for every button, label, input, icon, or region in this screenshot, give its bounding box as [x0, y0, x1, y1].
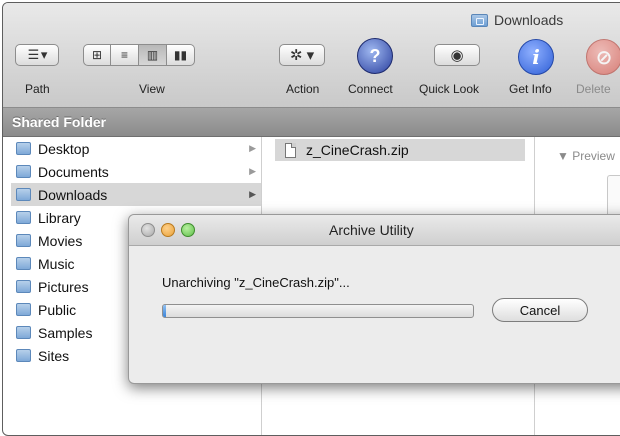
folder-icon [471, 13, 488, 27]
folder-item-label: Public [38, 301, 77, 318]
folder-icon [16, 326, 31, 339]
folder-icon [16, 280, 31, 293]
view-list-button[interactable]: ≡ [111, 44, 139, 66]
zoom-button[interactable] [181, 223, 195, 237]
folder-item-label: Sites [38, 347, 70, 364]
folder-item-desktop[interactable]: Desktop ▶ [11, 137, 261, 160]
folder-icon [16, 234, 31, 247]
view-coverflow-button[interactable]: ▮▮ [167, 44, 195, 66]
connect-label: Connect [348, 82, 393, 96]
path-label: Path [25, 82, 50, 96]
file-item-label: z_CineCrash.zip [306, 142, 409, 158]
dialog-close-icon [141, 223, 155, 237]
gear-icon: ✲ ▾ [289, 47, 315, 64]
dialog-titlebar[interactable]: Archive Utility [129, 215, 620, 246]
folder-item-label: Downloads [38, 186, 108, 203]
getinfo-label: Get Info [509, 82, 552, 96]
path-button[interactable]: ☰ ▾ [15, 44, 59, 66]
folder-item-label: Samples [38, 324, 93, 341]
folder-item-label: Desktop [38, 140, 90, 157]
folder-icon [16, 349, 31, 362]
path-menu-icon: ☰ ▾ [27, 47, 48, 62]
preview-toggle[interactable]: ▼ Preview [557, 149, 615, 163]
chevron-right-icon: ▶ [249, 189, 256, 199]
view-columns-button[interactable]: ▥ [139, 44, 167, 66]
sidebar-header-text: Shared Folder [12, 114, 107, 130]
delete-label: Delete [576, 82, 611, 96]
unarchiving-message: Unarchiving "z_CineCrash.zip"... [162, 275, 350, 290]
column-view-icon: ▥ [146, 48, 159, 62]
chevron-right-icon: ▶ [249, 143, 256, 153]
sidebar-header: Shared Folder [3, 108, 620, 137]
folder-item-label: Pictures [38, 278, 89, 295]
folder-item-downloads[interactable]: Downloads ▶ [11, 183, 261, 206]
file-item-zip[interactable]: z_CineCrash.zip [275, 139, 525, 161]
progress-bar [162, 304, 474, 318]
folder-icon [16, 303, 31, 316]
cover-flow-icon: ▮▮ [173, 48, 188, 62]
window-title: Downloads [471, 10, 563, 30]
view-icons-button[interactable]: ⊞ [83, 44, 111, 66]
archive-utility-dialog: Archive Utility Unarchiving "z_CineCrash… [128, 214, 620, 384]
folder-icon [16, 257, 31, 270]
action-button[interactable]: ✲ ▾ [279, 44, 325, 66]
icon-grid-icon: ⊞ [91, 48, 103, 62]
delete-button[interactable]: ⊘ [586, 39, 620, 75]
folder-item-label: Library [38, 209, 81, 226]
folder-item-label: Movies [38, 232, 83, 249]
window-title-text: Downloads [494, 12, 564, 28]
folder-icon [16, 188, 31, 201]
dialog-title: Archive Utility [329, 222, 414, 238]
action-label: Action [286, 82, 320, 96]
view-segmented-control: ⊞ ≡ ▥ ▮▮ [83, 44, 195, 66]
getinfo-button[interactable]: i [518, 39, 554, 75]
view-label: View [139, 82, 165, 96]
connect-button[interactable]: ? [357, 38, 393, 74]
quicklook-button[interactable]: ◉ [434, 44, 480, 66]
list-view-icon: ≡ [120, 48, 128, 62]
folder-item-label: Music [38, 255, 75, 272]
quicklook-label: Quick Look [419, 82, 480, 96]
folder-icon [16, 211, 31, 224]
progress-fill [163, 305, 167, 317]
zip-file-icon [285, 142, 296, 158]
cancel-button[interactable]: Cancel [492, 298, 588, 322]
folder-item-documents[interactable]: Documents ▶ [11, 160, 261, 183]
connect-globe-icon: ? [369, 45, 381, 66]
folder-item-label: Documents [38, 163, 109, 180]
no-entry-icon: ⊘ [595, 46, 613, 69]
eye-icon: ◉ [450, 47, 464, 64]
folder-icon [16, 165, 31, 178]
minimize-button[interactable] [161, 223, 175, 237]
toolbar: Downloads ☰ ▾ Path ⊞ ≡ ▥ ▮▮ View ✲ ▾ Act… [3, 3, 620, 108]
info-icon: i [532, 45, 540, 69]
chevron-right-icon: ▶ [249, 166, 256, 176]
folder-icon [16, 142, 31, 155]
